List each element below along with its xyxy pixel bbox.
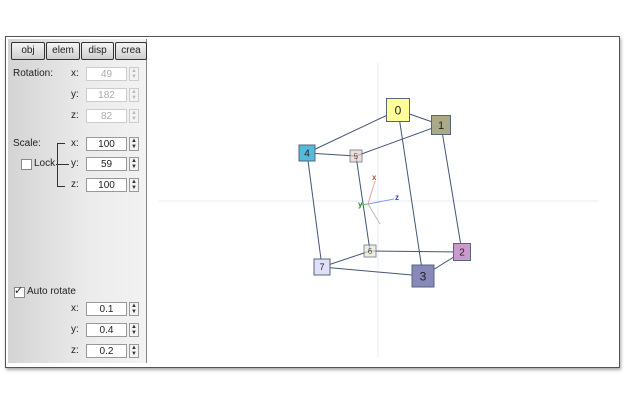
rotation-y-label: y: (71, 89, 79, 100)
app-window: obj elem disp crea Rotation: x: y: z: 49… (5, 36, 620, 368)
rotation-z-spinner: 82 ▲ ▼ (86, 109, 140, 123)
auto-rotate-y-stepper[interactable]: ▲ ▼ (129, 323, 139, 337)
node-1[interactable]: 1 (431, 115, 451, 135)
cube-edge-3-7 (321, 266, 424, 277)
node-5[interactable]: 5 (349, 149, 363, 163)
node-label: 3 (420, 269, 427, 283)
auto-rotate-label: Auto rotate (27, 286, 76, 297)
node-6[interactable]: 6 (363, 244, 377, 258)
rotation-z-label: z: (71, 110, 79, 121)
cube-edge-2-6 (369, 250, 463, 253)
rotation-y-input[interactable]: 182 (86, 88, 127, 102)
node-label: 4 (304, 149, 310, 160)
auto-rotate-z-stepper[interactable]: ▲ ▼ (129, 344, 139, 358)
rotation-y-stepper[interactable]: ▲ ▼ (129, 88, 139, 102)
axis-y-label: y (358, 200, 363, 209)
scale-y-stepper[interactable]: ▲ ▼ (129, 157, 139, 171)
arrow-down-icon[interactable]: ▼ (131, 144, 137, 150)
rotation-z-input[interactable]: 82 (86, 109, 127, 123)
lock-checkbox[interactable] (21, 159, 32, 170)
tab-crea[interactable]: crea (115, 42, 147, 60)
rotation-x-label: x: (71, 68, 79, 79)
scale-lock-connector (56, 164, 69, 165)
auto-rotate-y-label: y: (71, 324, 79, 335)
cube-graph[interactable]: x z y 5 6 4 7 1 2 0 3 (147, 39, 617, 363)
cube-edge-1-2 (440, 124, 463, 253)
node-label: 2 (459, 248, 465, 259)
control-panel: obj elem disp crea Rotation: x: y: z: 49… (8, 39, 147, 363)
axis-x-label: x (372, 173, 377, 182)
cube-edge-4-7 (306, 152, 323, 268)
checkmark-icon: ✓ (14, 285, 24, 297)
background-axes (159, 63, 599, 357)
arrow-down-icon[interactable]: ▼ (131, 351, 137, 357)
scale-x-label: x: (71, 138, 79, 149)
node-label: 5 (354, 152, 359, 161)
rotation-x-spinner: 49 ▲ ▼ (86, 67, 140, 81)
node-7[interactable]: 7 (313, 258, 331, 276)
auto-rotate-x-stepper[interactable]: ▲ ▼ (129, 302, 139, 316)
arrow-down-icon[interactable]: ▼ (131, 95, 137, 101)
rotation-label: Rotation: (13, 68, 54, 79)
cube-edge-0-4 (306, 109, 399, 154)
scale-z-spinner: 100 ▲ ▼ (86, 178, 140, 192)
auto-rotate-y-spinner: 0.4 ▲ ▼ (86, 323, 140, 337)
rotation-x-input[interactable]: 49 (86, 67, 127, 81)
rotation-z-stepper[interactable]: ▲ ▼ (129, 109, 139, 123)
arrow-down-icon[interactable]: ▼ (131, 74, 137, 80)
node-0[interactable]: 0 (386, 98, 410, 122)
3d-viewport[interactable]: x z y 5 6 4 7 1 2 0 3 (147, 39, 617, 363)
scale-label: Scale: (13, 138, 41, 149)
node-label: 6 (368, 247, 373, 256)
scale-z-input[interactable]: 100 (86, 178, 127, 192)
scale-y-label: y: (71, 158, 79, 169)
auto-rotate-checkbox[interactable]: ✓ (14, 285, 25, 298)
node-label: 0 (395, 103, 402, 117)
scale-y-input[interactable]: 59 (86, 157, 127, 171)
scale-lock-bracket (57, 143, 65, 187)
node-3[interactable]: 3 (411, 264, 435, 288)
auto-rotate-z-input[interactable]: 0.2 (86, 344, 127, 358)
node-label: 1 (438, 120, 444, 132)
axis-z-label: z (395, 193, 399, 202)
auto-rotate-z-spinner: 0.2 ▲ ▼ (86, 344, 140, 358)
arrow-down-icon[interactable]: ▼ (131, 116, 137, 122)
scale-y-spinner: 59 ▲ ▼ (86, 157, 140, 171)
arrow-down-icon[interactable]: ▼ (131, 309, 137, 315)
scale-x-spinner: 100 ▲ ▼ (86, 137, 140, 151)
scale-z-label: z: (71, 179, 79, 190)
cube-edge-1-5 (355, 124, 442, 157)
auto-rotate-z-label: z: (71, 345, 79, 356)
arrow-down-icon[interactable]: ▼ (131, 330, 137, 336)
tab-obj[interactable]: obj (11, 42, 45, 60)
rotation-x-stepper[interactable]: ▲ ▼ (129, 67, 139, 81)
auto-rotate-x-input[interactable]: 0.1 (86, 302, 127, 316)
auto-rotate-y-input[interactable]: 0.4 (86, 323, 127, 337)
auto-rotate-x-label: x: (71, 303, 79, 314)
tab-disp[interactable]: disp (81, 42, 114, 60)
scale-x-stepper[interactable]: ▲ ▼ (129, 137, 139, 151)
node-label: 7 (319, 262, 324, 272)
tab-elem[interactable]: elem (46, 42, 80, 60)
lock-label: Lock (34, 158, 56, 169)
rotation-y-spinner: 182 ▲ ▼ (86, 88, 140, 102)
node-2[interactable]: 2 (453, 243, 471, 261)
auto-rotate-x-spinner: 0.1 ▲ ▼ (86, 302, 140, 316)
node-4[interactable]: 4 (298, 144, 316, 162)
scale-x-input[interactable]: 100 (86, 137, 127, 151)
cube-nodes: 5 6 4 7 1 2 0 3 (298, 98, 471, 288)
scale-z-stepper[interactable]: ▲ ▼ (129, 178, 139, 192)
arrow-down-icon[interactable]: ▼ (131, 164, 137, 170)
arrow-down-icon[interactable]: ▼ (131, 185, 137, 191)
